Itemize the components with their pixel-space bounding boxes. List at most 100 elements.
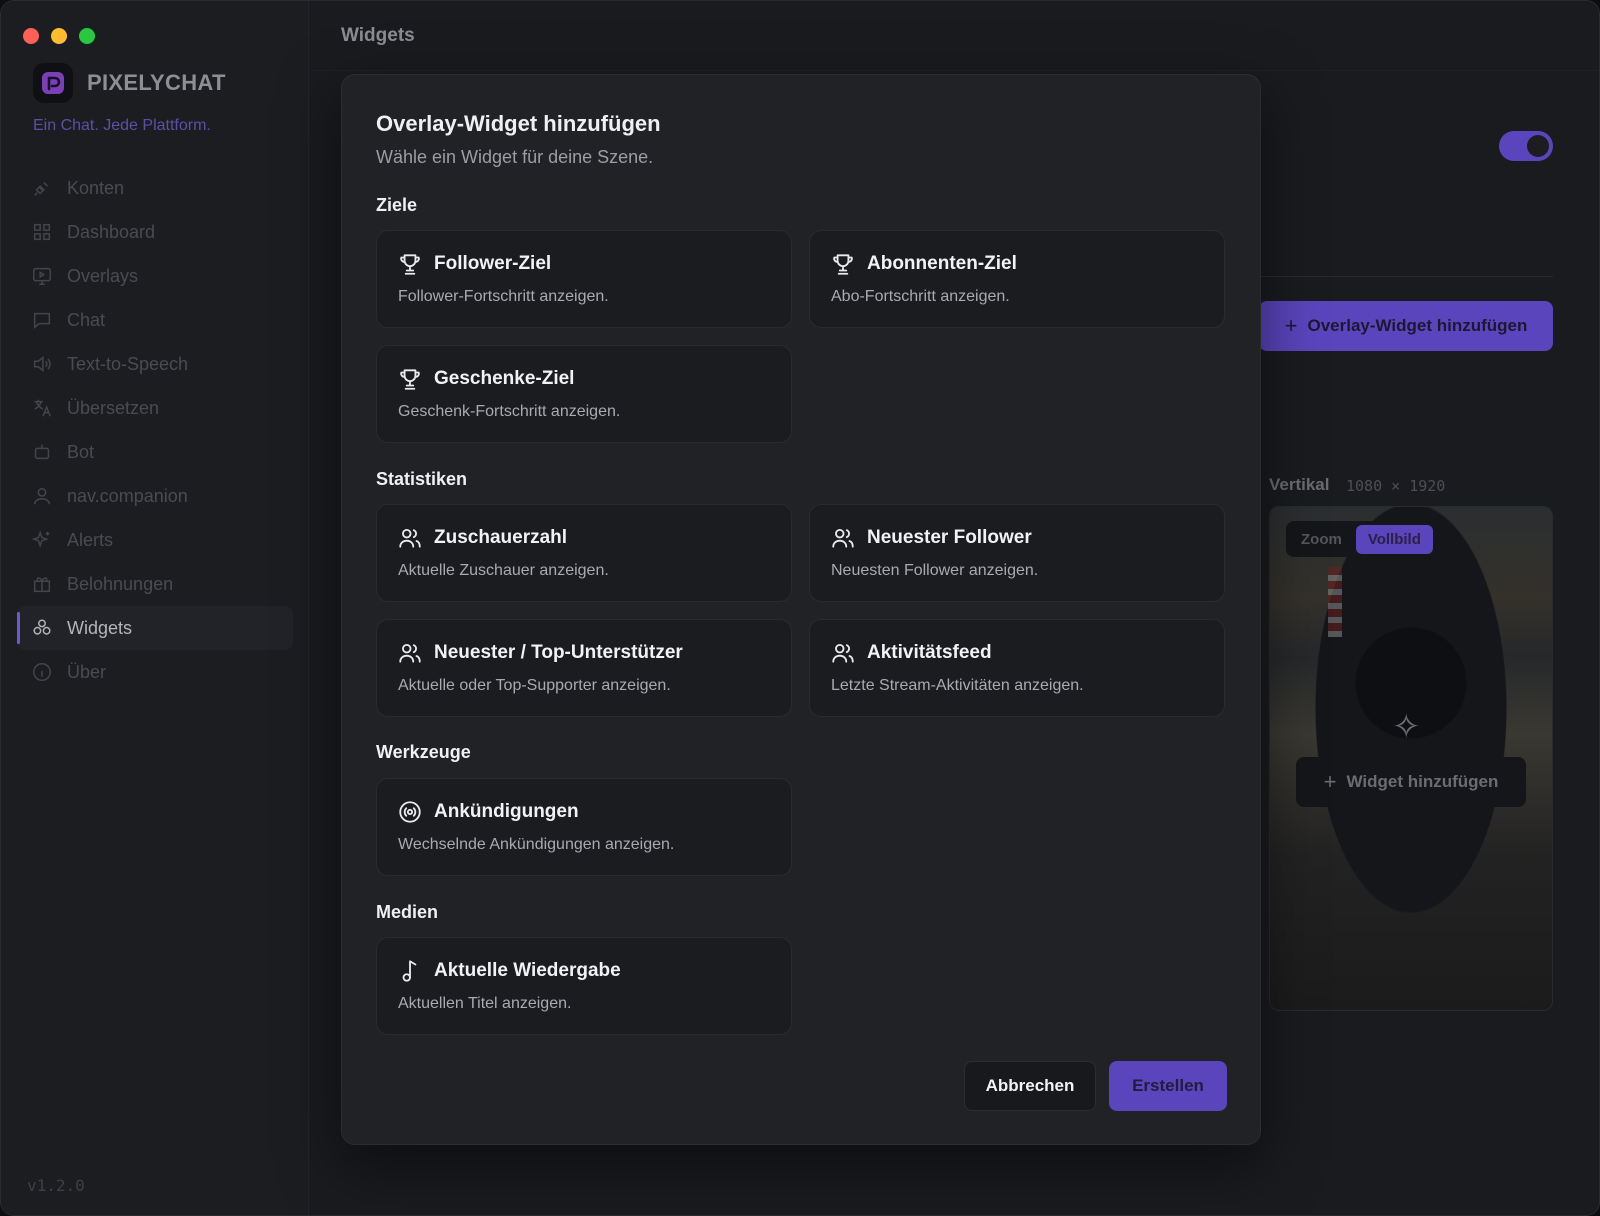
- maximize-window-button[interactable]: [79, 28, 95, 44]
- widget-card-description: Aktuelle oder Top-Supporter anzeigen.: [398, 677, 671, 694]
- widget-card-description: Aktuellen Titel anzeigen.: [398, 995, 572, 1012]
- widgets-icon: [33, 619, 51, 635]
- overlay-enabled-toggle[interactable]: [1499, 131, 1553, 161]
- sidebar-item-label: Alerts: [67, 529, 114, 550]
- plus-icon: +: [1284, 313, 1298, 338]
- users-icon: [830, 525, 856, 551]
- users-icon: [830, 640, 856, 666]
- sidebar-item-label: nav.companion: [67, 485, 188, 506]
- sidebar-item-widgets[interactable]: Widgets: [17, 606, 293, 650]
- sidebar-item-bot[interactable]: Bot: [17, 430, 293, 474]
- trophy-icon: [397, 251, 423, 277]
- sidebar-nav: Konten Dashboard Overlays Chat Text-to-S…: [17, 166, 293, 694]
- widget-card-title: Neuester Follower: [867, 527, 1032, 548]
- sidebar-item-label: Dashboard: [67, 221, 156, 242]
- section-media: Medien: [376, 902, 439, 922]
- widget-card-title: Follower-Ziel: [434, 253, 552, 274]
- gift-icon: [33, 577, 51, 593]
- overlay-preview[interactable]: Zoom Vollbild ✧ + Widget hinzufügen: [1269, 506, 1553, 1011]
- widget-card-announcements[interactable]: Ankündigungen Wechselnde Ankündigungen a…: [376, 778, 792, 876]
- minimize-window-button[interactable]: [51, 28, 67, 44]
- users-icon: [397, 640, 423, 666]
- widget-card-description: Abo-Fortschritt anzeigen.: [831, 288, 1010, 305]
- widget-card-subscriber-goal[interactable]: Abonnenten-Ziel Abo-Fortschritt anzeigen…: [809, 230, 1225, 328]
- cancel-button[interactable]: Abbrechen: [964, 1061, 1096, 1111]
- info-icon: [33, 663, 51, 681]
- grid-icon: [33, 223, 51, 241]
- sidebar-item-label: Übersetzen: [67, 397, 160, 418]
- widget-card-latest-follower[interactable]: Neuester Follower Neuesten Follower anze…: [809, 504, 1225, 602]
- topbar: [310, 1, 1599, 71]
- widget-card-title: Aktivitätsfeed: [867, 642, 992, 663]
- sidebar-item-companion[interactable]: nav.companion: [17, 474, 293, 518]
- add-widget-label: Widget hinzufügen: [1346, 772, 1499, 791]
- speaker-icon: [33, 356, 51, 372]
- sidebar-item-alerts[interactable]: Alerts: [17, 518, 293, 562]
- sidebar-item-label: Chat: [67, 309, 106, 330]
- sidebar: PIXELYCHAT Ein Chat. Jede Plattform. Kon…: [1, 1, 309, 1215]
- close-window-button[interactable]: [23, 28, 39, 44]
- widget-card-description: Aktuelle Zuschauer anzeigen.: [398, 562, 609, 579]
- broadcast-icon: [397, 799, 423, 825]
- sidebar-item-label: Belohnungen: [67, 573, 174, 594]
- sidebar-item-label: Bot: [67, 441, 95, 462]
- plus-icon: +: [1323, 769, 1337, 794]
- widget-card-follower-goal[interactable]: Follower-Ziel Follower-Fortschritt anzei…: [376, 230, 792, 328]
- brand: PIXELYCHAT: [33, 63, 226, 103]
- widget-card-title: Zuschauerzahl: [434, 527, 568, 548]
- widget-card-description: Geschenk-Fortschritt anzeigen.: [398, 403, 621, 420]
- widget-card-description: Follower-Fortschritt anzeigen.: [398, 288, 609, 305]
- divider: [1261, 276, 1553, 277]
- bot-icon: [34, 444, 50, 460]
- section-stats: Statistiken: [376, 469, 468, 489]
- widget-card-title: Geschenke-Ziel: [434, 368, 575, 389]
- chat-icon: [33, 312, 51, 329]
- create-button[interactable]: Erstellen: [1109, 1061, 1227, 1111]
- dialog-title: Overlay-Widget hinzufügen: [376, 111, 661, 136]
- widget-card-now-playing[interactable]: Aktuelle Wiedergabe Aktuellen Titel anze…: [376, 937, 792, 1035]
- sidebar-item-konten[interactable]: Konten: [17, 166, 293, 210]
- widget-card-top-supporter[interactable]: Neuester / Top-Unterstützer Aktuelle ode…: [376, 619, 792, 717]
- sidebar-item-text-to-speech[interactable]: Text-to-Speech: [17, 342, 293, 386]
- sidebar-item-label: Text-to-Speech: [67, 353, 189, 374]
- sidebar-item-dashboard[interactable]: Dashboard: [17, 210, 293, 254]
- vertical-size: 1080 × 1920: [1346, 477, 1446, 495]
- sidebar-item-ueber[interactable]: Über: [17, 650, 293, 694]
- sidebar-item-label: Über: [67, 661, 107, 682]
- fullscreen-option[interactable]: Vollbild: [1355, 524, 1433, 554]
- music-note-icon: [397, 958, 423, 984]
- widget-card-description: Letzte Stream-Aktivitäten anzeigen.: [831, 677, 1084, 694]
- sidebar-item-label: Widgets: [67, 617, 133, 638]
- sidebar-item-label: Overlays: [67, 265, 139, 286]
- dialog-subtitle: Wähle ein Widget für deine Szene.: [376, 147, 654, 167]
- widget-card-description: Wechselnde Ankündigungen anzeigen.: [398, 836, 675, 853]
- users-icon: [397, 525, 423, 551]
- widget-card-gift-goal[interactable]: Geschenke-Ziel Geschenk-Fortschritt anze…: [376, 345, 792, 443]
- trophy-icon: [397, 366, 423, 392]
- add-widget-button[interactable]: + Widget hinzufügen: [1296, 757, 1526, 807]
- add-overlay-widget-button[interactable]: + Overlay-Widget hinzufügen: [1259, 301, 1553, 351]
- add-overlay-widget-label: Overlay-Widget hinzufügen: [1307, 316, 1528, 335]
- brand-name: PIXELYCHAT: [87, 70, 226, 95]
- widget-card-title: Ankündigungen: [434, 801, 579, 822]
- widget-card-viewer-count[interactable]: Zuschauerzahl Aktuelle Zuschauer anzeige…: [376, 504, 792, 602]
- section-goals: Ziele: [376, 195, 418, 215]
- sidebar-item-uebersetzen[interactable]: Übersetzen: [17, 386, 293, 430]
- widget-card-title: Neuester / Top-Unterstützer: [434, 642, 683, 663]
- sidebar-item-label: Konten: [67, 177, 125, 198]
- tagline: Ein Chat. Jede Plattform.: [33, 117, 211, 134]
- section-tools: Werkzeuge: [376, 742, 471, 762]
- translate-icon: [34, 399, 51, 417]
- monitor-icon: [33, 267, 51, 285]
- widget-card-activity-feed[interactable]: Aktivitätsfeed Letzte Stream-Aktivitäten…: [809, 619, 1225, 717]
- zoom-mode-toggle: Zoom Vollbild: [1286, 521, 1436, 557]
- sidebar-item-overlays[interactable]: Overlays: [17, 254, 293, 298]
- zoom-option[interactable]: Zoom: [1289, 525, 1354, 554]
- sidebar-item-belohnungen[interactable]: Belohnungen: [17, 562, 293, 606]
- sidebar-item-chat[interactable]: Chat: [17, 298, 293, 342]
- trophy-icon: [830, 251, 856, 277]
- plug-icon: [34, 181, 49, 196]
- page-title: Widgets: [341, 25, 415, 46]
- sparkle-icon: ✧: [1392, 708, 1421, 746]
- preview-background-detail: [1328, 567, 1342, 637]
